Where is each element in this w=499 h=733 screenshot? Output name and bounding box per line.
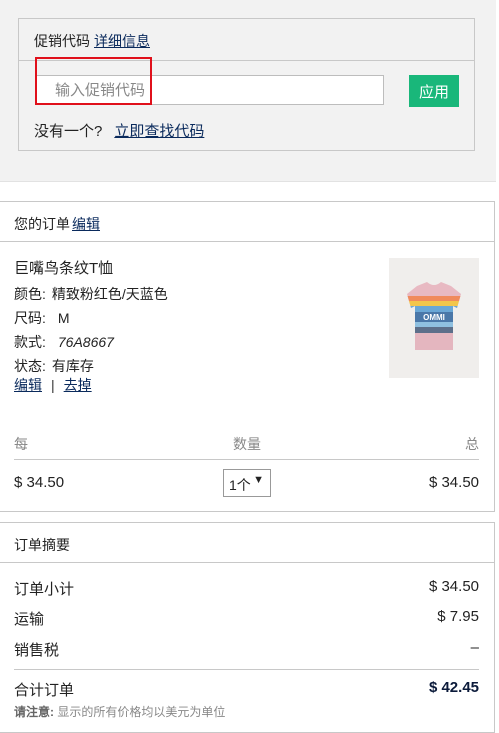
color-label: 颜色: (14, 286, 46, 302)
summary-header: 订单摘要 (0, 523, 494, 563)
quantity-select[interactable]: 1个 ▼ (223, 469, 271, 497)
promo-header: 促销代码 详细信息 (19, 19, 474, 61)
summary-divider (14, 669, 479, 670)
svg-text:OMMI: OMMI (423, 313, 445, 322)
order-title: 您的订单 (14, 216, 70, 232)
product-color: 颜色: 精致粉红色/天蓝色 (14, 284, 168, 304)
promo-details-link[interactable]: 详细信息 (94, 33, 150, 49)
apply-button[interactable]: 应用 (409, 75, 459, 107)
subtotal-row: 订单小计 $ 34.50 (14, 578, 479, 599)
tax-row: 销售税 – (14, 639, 479, 660)
no-code-row: 没有一个? 立即查找代码 (34, 120, 204, 141)
quantity-value: 1个 (229, 477, 251, 493)
status-value: 有库存 (51, 358, 94, 374)
product-name: 巨嘴鸟条纹T恤 (14, 260, 114, 277)
currency-note: 请注意: 显示的所有价格均以美元为单位 (14, 703, 225, 720)
size-label: 尺码: (14, 310, 46, 326)
product-size: 尺码: M (14, 308, 70, 328)
product-status: 状态: 有库存 (14, 356, 94, 376)
summary-title: 订单摘要 (14, 537, 70, 553)
status-label: 状态: (14, 358, 46, 374)
promo-box: 促销代码详细信息 应用 没有一个? 立即查找代码 (18, 18, 475, 151)
shipping-label: 运输 (14, 611, 45, 628)
note-text: 显示的所有价格均以美元为单位 (57, 705, 226, 719)
shipping-row: 运输 $ 7.95 (14, 608, 479, 629)
tshirt-icon: OMMI (407, 282, 461, 350)
order-header: 您的订单 编辑 (0, 202, 494, 242)
col-total: 总 (465, 436, 479, 452)
no-code-text: 没有一个? (34, 123, 103, 140)
note-label: 请注意: (14, 705, 54, 719)
remove-link[interactable]: 去掉 (64, 377, 92, 393)
style-value: 76A8667 (57, 334, 114, 350)
product-style: 款式: 76A8667 (14, 332, 114, 352)
total-label: 合计订单 (14, 682, 75, 699)
divider (14, 459, 479, 460)
col-each: 每 (14, 436, 28, 452)
total-value: $ 42.45 (428, 679, 479, 696)
style-label: 款式: (14, 334, 46, 350)
find-code-link[interactable]: 立即查找代码 (114, 123, 204, 140)
item-edit-link[interactable]: 编辑 (14, 377, 42, 393)
col-qty: 数量 (233, 436, 261, 452)
subtotal-value: $ 34.50 (428, 578, 479, 595)
summary-card: 订单摘要 订单小计 $ 34.50 运输 $ 7.95 销售税 – 合计订单 $… (0, 522, 495, 733)
promo-section: 促销代码详细信息 应用 没有一个? 立即查找代码 (0, 0, 496, 182)
total-row: 合计订单 $ 42.45 (14, 679, 479, 700)
product-image[interactable]: OMMI (389, 258, 479, 378)
tax-label: 销售税 (14, 642, 60, 659)
color-value: 精致粉红色/天蓝色 (51, 286, 168, 302)
caret-down-icon: ▼ (253, 474, 264, 486)
promo-title: 促销代码 (34, 33, 90, 49)
promo-code-input[interactable] (36, 75, 384, 105)
size-value: M (57, 310, 70, 326)
tax-value: – (470, 639, 479, 656)
subtotal-label: 订单小计 (14, 581, 75, 598)
shipping-value: $ 7.95 (437, 608, 479, 625)
item-actions: 编辑 | 去掉 (14, 375, 92, 395)
action-separator: | (51, 377, 55, 393)
order-card: 您的订单 编辑 巨嘴鸟条纹T恤 颜色: 精致粉红色/天蓝色 尺码: M 款式: 76A8… (0, 201, 495, 512)
price-total: $ 34.50 (428, 474, 479, 491)
order-edit-link[interactable]: 编辑 (72, 216, 100, 232)
price-each: $ 34.50 (14, 474, 65, 491)
